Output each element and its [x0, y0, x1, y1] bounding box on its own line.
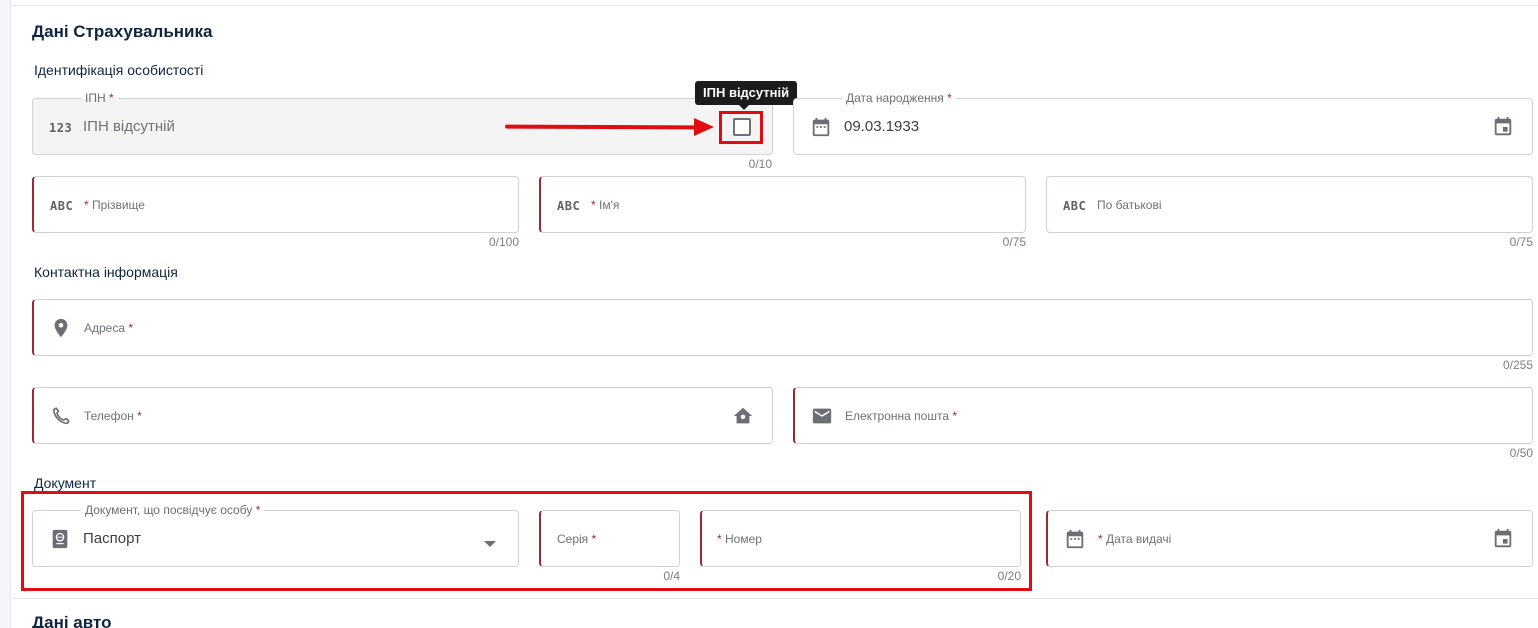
- section-title-car: Дані авто: [32, 613, 112, 628]
- birth-date-value: 09.03.1933: [844, 118, 920, 135]
- email-placeholder: Електронна пошта *: [845, 409, 958, 423]
- ipn-value: ІПН відсутній: [83, 118, 175, 135]
- document-type-legend: Документ, що посвідчує особу *: [81, 503, 265, 517]
- numbers-icon: 123: [49, 121, 73, 135]
- birth-date-legend: Дата народження *: [842, 91, 956, 105]
- annotation-arrow: [504, 124, 696, 130]
- issue-date-field[interactable]: * Дата видачі: [1046, 510, 1533, 567]
- ipn-counter: 0/10: [748, 157, 772, 171]
- birth-date-field[interactable]: Дата народження * 09.03.1933: [793, 91, 1533, 155]
- patronymic-field[interactable]: ABC По батькові: [1046, 176, 1533, 233]
- annotation-arrow-head: [694, 118, 714, 136]
- ipn-missing-checkbox[interactable]: [733, 118, 751, 136]
- ipn-missing-tooltip: ІПН відсутній: [695, 81, 798, 110]
- group-title-identification: Ідентифікація особистості: [34, 62, 204, 78]
- series-counter: 0/4: [663, 569, 680, 583]
- calendar-icon: [1064, 528, 1086, 555]
- series-placeholder: Серія *: [557, 532, 597, 546]
- text-abc-icon: ABC: [1063, 199, 1087, 213]
- phone-field[interactable]: Телефон *: [32, 387, 773, 444]
- section-divider: [12, 598, 1538, 599]
- date-picker-icon[interactable]: [1492, 116, 1514, 143]
- series-field[interactable]: Серія *: [539, 510, 680, 567]
- surname-placeholder: * Прізвище: [84, 198, 145, 212]
- surname-counter: 0/100: [488, 235, 519, 249]
- address-placeholder: Адреса *: [84, 321, 134, 335]
- location-pin-icon: [50, 317, 72, 344]
- ipn-legend: ІПН *: [81, 91, 118, 105]
- calendar-icon: [810, 116, 832, 143]
- email-counter: 0/50: [1509, 446, 1533, 460]
- text-abc-icon: ABC: [50, 199, 74, 213]
- phone-placeholder: Телефон *: [84, 409, 142, 423]
- name-counter: 0/75: [1002, 235, 1026, 249]
- address-counter: 0/255: [1502, 358, 1533, 372]
- number-field[interactable]: * Номер: [700, 510, 1021, 567]
- patronymic-counter: 0/75: [1509, 235, 1533, 249]
- patronymic-placeholder: По батькові: [1097, 198, 1162, 212]
- passport-icon: [49, 528, 71, 555]
- name-placeholder: * Ім'я: [591, 198, 620, 212]
- number-counter: 0/20: [997, 569, 1021, 583]
- name-field[interactable]: ABC * Ім'я: [539, 176, 1026, 233]
- date-picker-icon[interactable]: [1492, 528, 1514, 555]
- mail-icon: [811, 405, 833, 432]
- home-phone-icon[interactable]: [732, 405, 754, 432]
- text-abc-icon: ABC: [557, 199, 581, 213]
- document-type-select[interactable]: Документ, що посвідчує особу * Паспорт: [32, 503, 519, 567]
- group-title-contacts: Контактна інформація: [34, 264, 178, 280]
- group-title-document: Документ: [34, 475, 97, 491]
- surname-field[interactable]: ABC * Прізвище: [32, 176, 519, 233]
- phone-icon: [50, 405, 72, 432]
- section-title-insurer: Дані Страхувальника: [32, 22, 213, 41]
- number-placeholder: * Номер: [717, 532, 762, 546]
- document-type-value: Паспорт: [83, 530, 141, 547]
- address-field[interactable]: Адреса *: [32, 299, 1533, 356]
- email-field[interactable]: Електронна пошта *: [793, 387, 1533, 444]
- dropdown-arrow-icon[interactable]: [484, 536, 496, 554]
- top-divider: [12, 5, 1538, 6]
- issue-date-placeholder: * Дата видачі: [1098, 532, 1172, 546]
- left-gutter: [0, 0, 11, 628]
